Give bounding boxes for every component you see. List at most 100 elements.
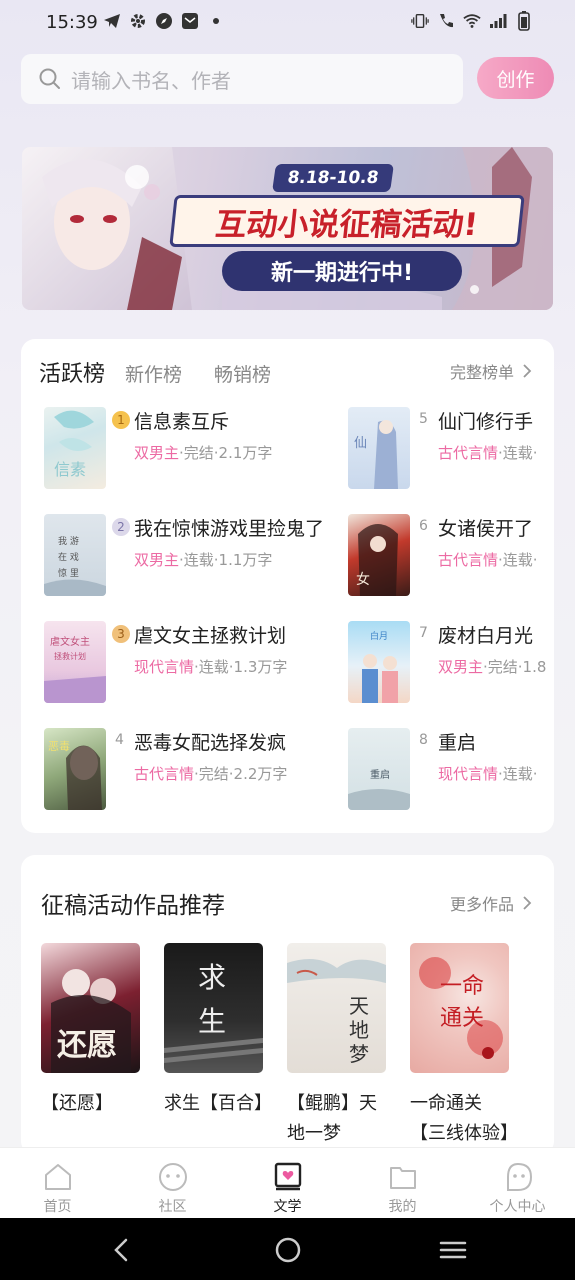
- book-title: 虐文女主拯救计划: [134, 625, 287, 647]
- ranking-book-3[interactable]: 虐文女主 拯救计划 3 虐文女主拯救计划 现代言情·连载·1.3万字: [44, 621, 344, 705]
- community-icon: [158, 1163, 187, 1191]
- ranking-book-1[interactable]: 信素 1 信息素互斥 双男主·完结·2.1万字: [44, 407, 344, 491]
- call-wifi-icon: [437, 12, 455, 30]
- tab-active-list[interactable]: 活跃榜: [39, 356, 105, 388]
- banner-subtitle: 新一期进行中!: [222, 251, 462, 291]
- book-meta: 古代言情·完结·2.2万字: [134, 765, 288, 783]
- search-icon: [39, 68, 60, 89]
- svg-text:在 戏: 在 戏: [58, 551, 79, 563]
- rank-number: 6: [419, 518, 428, 534]
- recommended-work-1[interactable]: 还愿 【还愿】: [41, 943, 141, 1119]
- nav-mine[interactable]: 我的: [345, 1148, 460, 1218]
- home-icon: [44, 1164, 71, 1190]
- book-title: 信息素互斥: [134, 411, 230, 433]
- nav-community[interactable]: 社区: [115, 1148, 230, 1218]
- recommendation-card: 征稿活动作品推荐 更多作品 还愿 【还愿】 求生 求生【百合】 天地梦 【鲲鹏】…: [21, 855, 554, 1155]
- nav-label: 首页: [43, 1199, 72, 1215]
- book-cover: 重启: [348, 728, 410, 810]
- ranking-book-6[interactable]: 女 6 女诸侯开了 古代言情·连载·: [348, 514, 554, 598]
- full-list-link[interactable]: 完整榜单: [450, 359, 532, 383]
- rank-number: 7: [419, 625, 428, 641]
- rank-badge-bronze: 3: [112, 625, 130, 643]
- mail-icon: [181, 12, 199, 30]
- work-cover: 一命 通关: [410, 943, 509, 1073]
- system-nav-bar: [0, 1218, 575, 1280]
- svg-text:信素: 信素: [54, 460, 86, 479]
- create-button[interactable]: 创作: [477, 57, 554, 99]
- banner-title: 互动小说征稿活动!: [169, 195, 525, 247]
- svg-text:生: 生: [198, 1005, 226, 1038]
- nav-label: 个人中心: [489, 1199, 546, 1215]
- svg-text:我 游: 我 游: [58, 535, 79, 547]
- recommended-work-3[interactable]: 天地梦 【鲲鹏】天地一梦: [287, 943, 387, 1149]
- telegram-icon: [103, 12, 121, 30]
- home-circle-icon[interactable]: [274, 1236, 302, 1264]
- book-cover: 仙: [348, 407, 410, 489]
- svg-text:求: 求: [198, 961, 226, 994]
- book-cover: 信素: [44, 407, 106, 489]
- recommendation-title: 征稿活动作品推荐: [41, 893, 225, 919]
- svg-text:虐文女主: 虐文女主: [50, 635, 90, 648]
- rank-number: 8: [419, 732, 428, 748]
- ranking-card: 活跃榜 新作榜 畅销榜 完整榜单 信素 1 信息素互斥 双男主·完结·2.1万字…: [21, 339, 554, 833]
- ranking-book-8[interactable]: 重启 8 重启 现代言情·连载·: [348, 728, 554, 812]
- svg-text:惊 里: 惊 里: [58, 567, 79, 579]
- book-title: 仙门修行手: [438, 411, 534, 433]
- search-input[interactable]: 请输入书名、作者: [21, 54, 463, 104]
- svg-text:恶毒: 恶毒: [48, 740, 70, 753]
- nav-label: 社区: [158, 1199, 187, 1215]
- svg-text:一命: 一命: [440, 974, 484, 999]
- work-name: 【还愿】: [41, 1093, 113, 1114]
- book-title: 女诸侯开了: [438, 518, 534, 540]
- nav-home[interactable]: 首页: [0, 1148, 115, 1218]
- folder-icon: [389, 1167, 416, 1189]
- tab-bestseller-list[interactable]: 畅销榜: [214, 360, 271, 387]
- more-works-link[interactable]: 更多作品: [450, 891, 532, 915]
- svg-text:仙: 仙: [354, 436, 367, 451]
- book-title: 我在惊悚游戏里捡鬼了: [134, 518, 325, 540]
- full-list-label: 完整榜单: [449, 363, 514, 382]
- book-title: 重启: [438, 732, 477, 754]
- ranking-tabs: 活跃榜 新作榜 畅销榜: [39, 356, 303, 388]
- back-icon[interactable]: [108, 1236, 136, 1264]
- menu-icon[interactable]: [439, 1236, 467, 1264]
- work-cover: 天地梦: [287, 943, 386, 1073]
- chevron-right-icon: [523, 896, 532, 910]
- compass-icon: [155, 12, 173, 30]
- event-banner[interactable]: 8.18-10.8 互动小说征稿活动! 新一期进行中!: [22, 147, 553, 310]
- more-works-label: 更多作品: [449, 895, 514, 914]
- book-cover: 恶毒: [44, 728, 106, 810]
- nav-label: 我的: [388, 1199, 417, 1215]
- svg-text:梦: 梦: [349, 1042, 369, 1066]
- gear-icon: [129, 12, 147, 30]
- book-title: 废材白月光: [438, 625, 534, 647]
- status-time: 15:39: [46, 12, 98, 33]
- book-meta: 古代言情·连载·: [438, 551, 538, 569]
- dot-icon: [207, 12, 225, 30]
- work-name: 【鲲鹏】天地一梦: [287, 1093, 377, 1144]
- svg-text:女: 女: [356, 571, 370, 588]
- cover-text: 还愿: [57, 1028, 117, 1063]
- recommended-work-2[interactable]: 求生 求生【百合】: [164, 943, 272, 1119]
- ranking-book-2[interactable]: 我 游在 戏惊 里 2 我在惊悚游戏里捡鬼了 双男主·连载·1.1万字: [44, 514, 344, 598]
- book-meta: 现代言情·连载·: [438, 765, 538, 783]
- svg-text:天: 天: [349, 994, 369, 1018]
- tab-new-list[interactable]: 新作榜: [125, 360, 182, 387]
- ranking-book-7[interactable]: 白月 7 废材白月光 双男主·完结·1.8: [348, 621, 554, 705]
- search-placeholder: 请输入书名、作者: [71, 68, 231, 93]
- nav-literature[interactable]: 文学: [230, 1148, 345, 1218]
- book-meta: 双男主·完结·2.1万字: [134, 444, 273, 462]
- work-cover: 还愿: [41, 943, 140, 1073]
- book-cover: 女: [348, 514, 410, 596]
- svg-text:通关: 通关: [440, 1006, 484, 1031]
- profile-icon: [506, 1162, 532, 1191]
- ranking-book-4[interactable]: 恶毒 4 恶毒女配选择发疯 古代言情·完结·2.2万字: [44, 728, 344, 812]
- svg-text:地: 地: [349, 1018, 369, 1042]
- ranking-book-5[interactable]: 仙 5 仙门修行手 古代言情·连载·: [348, 407, 554, 491]
- rank-badge-gold: 1: [112, 411, 130, 429]
- work-name: 求生【百合】: [164, 1093, 272, 1114]
- recommended-work-4[interactable]: 一命 通关 一命通关【三线体验】: [410, 943, 518, 1149]
- rank-number: 5: [419, 411, 428, 427]
- nav-profile[interactable]: 个人中心: [460, 1148, 575, 1218]
- book-meta: 双男主·完结·1.8: [438, 658, 547, 676]
